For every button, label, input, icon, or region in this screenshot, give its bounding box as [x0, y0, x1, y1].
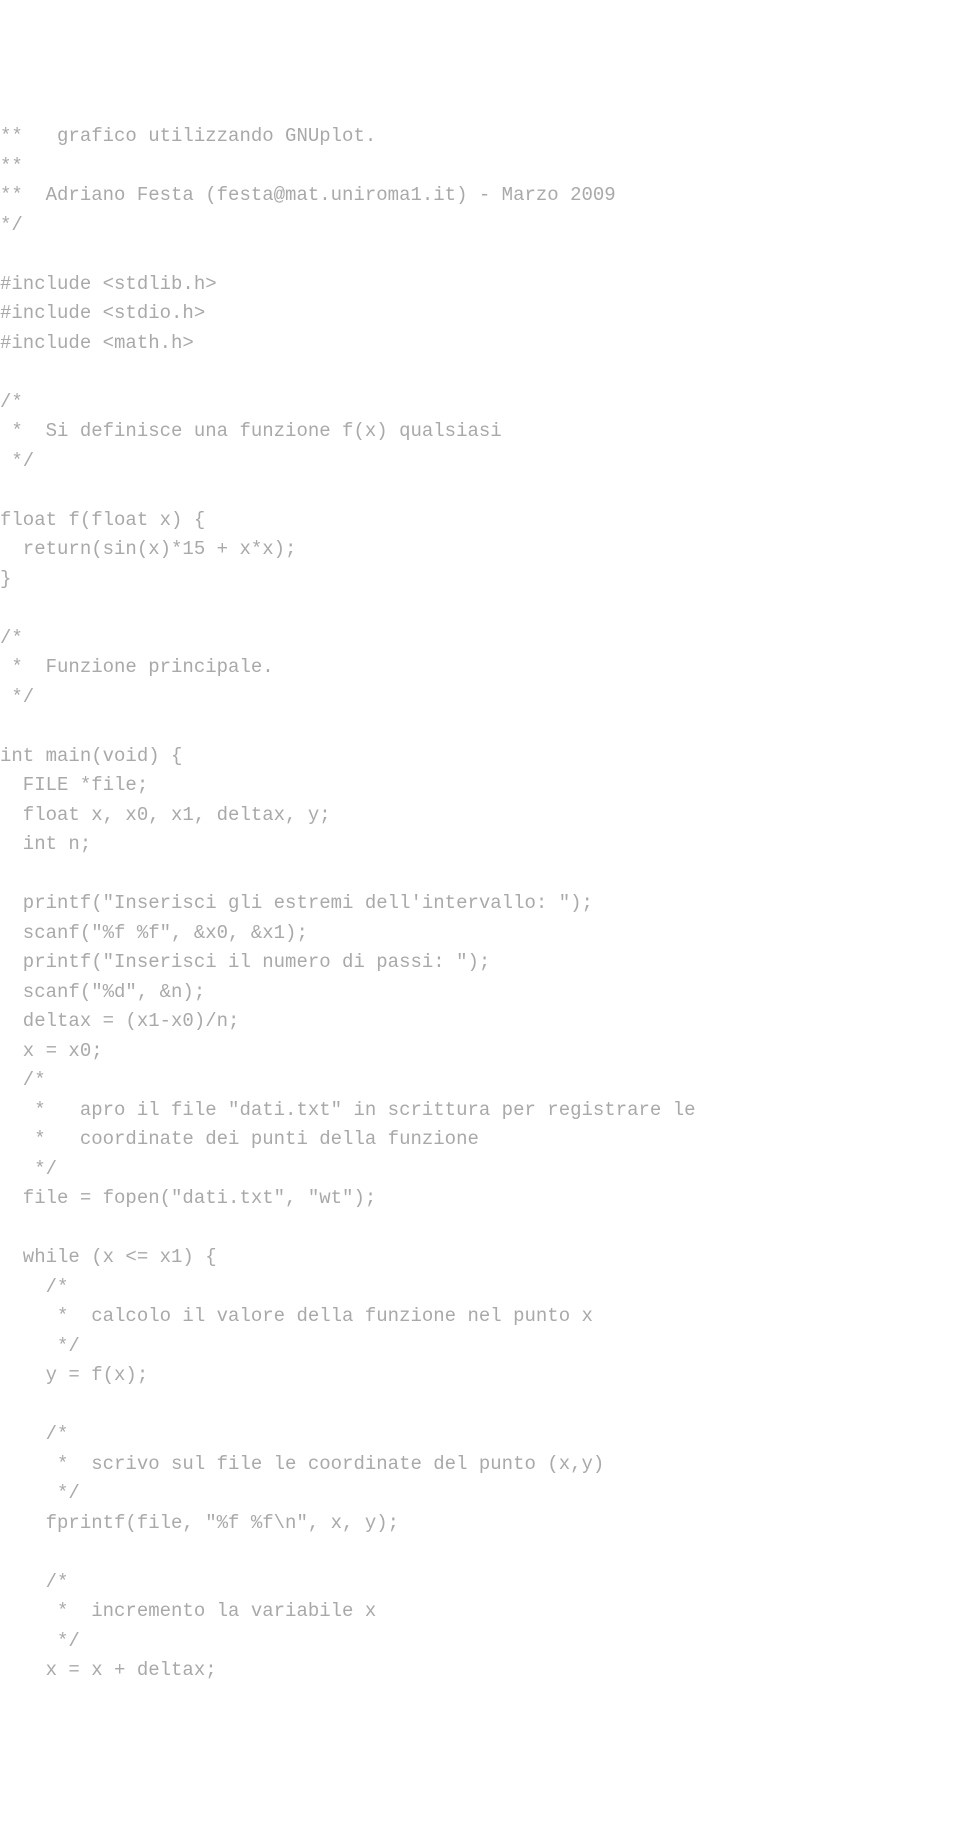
source-code-block: ** grafico utilizzando GNUplot. ** ** Ad…	[0, 122, 960, 1686]
